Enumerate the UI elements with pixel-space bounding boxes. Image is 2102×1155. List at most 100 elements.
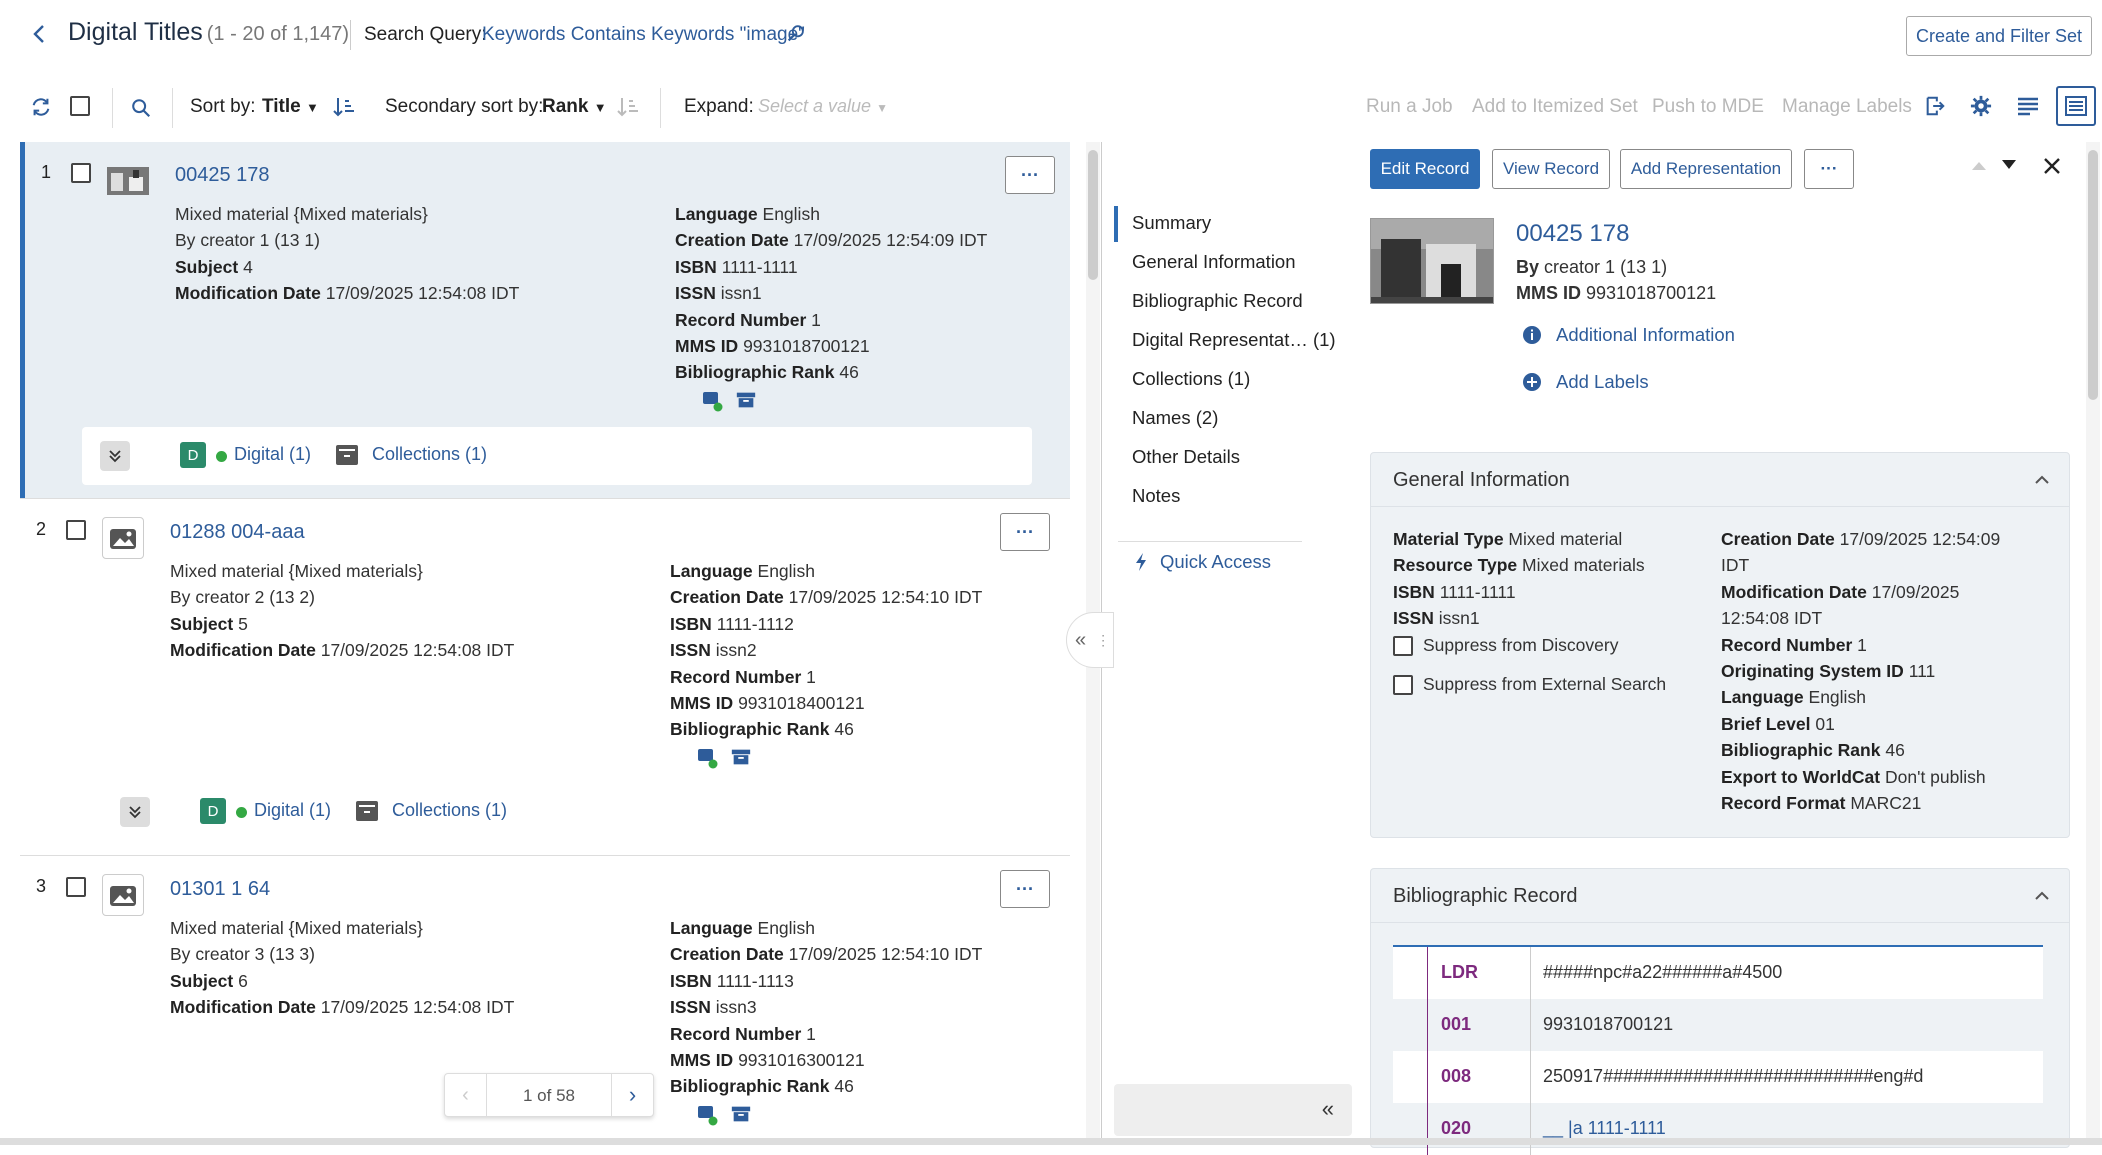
details-record-title[interactable]: 00425 178 [1516,220,1629,248]
list-scrollbar-thumb[interactable] [1088,150,1098,280]
sort-direction-icon[interactable] [332,95,356,119]
field-key: By [175,230,196,251]
nav-collections[interactable]: Collections (1) [1132,368,1250,390]
create-filter-set-button[interactable]: Create and Filter Set [1906,16,2092,56]
row-checkbox[interactable] [66,877,86,897]
search-query-value[interactable]: Keywords Contains Keywords "image" [482,24,805,46]
previous-record-icon[interactable] [1970,158,1988,172]
marc-row[interactable]: 001 9931018700121 [1393,999,2043,1051]
previous-page-button[interactable]: ‹ [445,1074,487,1116]
suppress-external-checkbox[interactable] [1393,674,1413,695]
field-key: ISBN [1393,581,1435,602]
field-key: Subject [170,970,234,991]
page-indicator: 1 of 58 [523,1086,575,1105]
nav-bibliographic-record[interactable]: Bibliographic Record [1132,290,1303,312]
edit-record-button[interactable]: Edit Record [1370,149,1480,189]
suppress-external-option[interactable]: Suppress from External Search [1393,674,1666,695]
expand-select[interactable]: Select a value ▼ [758,96,888,117]
expand-row-button[interactable] [100,441,130,471]
record-title-link[interactable]: 01301 1 64 [170,878,270,901]
marc-row[interactable]: 020 __ |a 1111-1111 [1393,1103,2043,1155]
select-all-checkbox[interactable] [70,96,90,116]
result-row[interactable]: 2 01288 004-aaa ··· Mixed material {Mixe… [20,499,1070,855]
general-information-header[interactable]: General Information [1371,453,2069,507]
field-value: 17/09/2025 [1871,581,1960,602]
additional-information-link[interactable]: Additional Information [1522,324,1735,346]
details-more-button[interactable]: ··· [1804,149,1854,189]
field-key: Creation Date [670,587,784,608]
run-job-button[interactable]: Run a Job [1366,96,1453,118]
row-more-button[interactable]: ··· [1000,870,1050,908]
edit-search-icon[interactable] [784,22,808,46]
record-title-link[interactable]: 00425 178 [175,164,270,187]
add-labels-link[interactable]: Add Labels [1522,371,1649,393]
collapse-nav-bar[interactable]: « [1114,1084,1352,1136]
sort-by-select[interactable]: Title ▼ [262,96,319,118]
field-value: 12:54:08 IDT [1721,608,1823,629]
marc-column-line [1427,999,1428,1051]
add-to-itemized-set-button[interactable]: Add to Itemized Set [1472,96,1638,118]
suppress-discovery-option[interactable]: Suppress from Discovery [1393,635,1618,656]
nav-other-details[interactable]: Other Details [1132,446,1240,468]
row-checkbox[interactable] [71,163,91,183]
chevron-up-icon[interactable] [2031,885,2053,907]
field-resource-type: Resource Type Mixed materials [1393,552,1645,578]
close-icon[interactable] [2042,156,2062,176]
export-icon[interactable] [1924,95,1946,117]
back-arrow-icon[interactable] [28,22,52,46]
digital-link[interactable]: Digital (1) [254,800,331,821]
result-row[interactable]: 1 00425 178 ··· Mixed material {Mixed ma… [20,142,1070,498]
row-more-button[interactable]: ··· [1000,513,1050,551]
field-key: Bibliographic Rank [675,362,835,383]
nav-notes[interactable]: Notes [1132,485,1180,507]
field-key: Bibliographic Rank [1721,740,1881,761]
manage-labels-button[interactable]: Manage Labels [1782,96,1912,118]
nav-summary[interactable]: Summary [1132,212,1211,234]
secondary-sort-select[interactable]: Rank ▼ [542,96,607,118]
refresh-icon[interactable] [30,96,52,118]
expand-row-button[interactable] [120,797,150,827]
available-dot [216,451,227,462]
nav-names[interactable]: Names (2) [1132,407,1218,429]
nav-general-information[interactable]: General Information [1132,251,1296,273]
next-record-icon[interactable] [2000,158,2018,172]
next-page-button[interactable]: › [611,1074,653,1116]
push-to-mde-button[interactable]: Push to MDE [1652,96,1764,118]
collapse-list-handle[interactable]: «⋮ [1066,612,1114,668]
search-query-label: Search Query: [364,24,487,45]
bibliographic-record-header[interactable]: Bibliographic Record [1371,869,2069,923]
row-more-button[interactable]: ··· [1005,156,1055,194]
view-record-button[interactable]: View Record [1492,149,1610,189]
quick-access-link[interactable]: Quick Access [1134,551,1271,573]
field-value: Mixed material {Mixed materials} [175,204,428,224]
details-scrollbar-thumb[interactable] [2088,150,2098,400]
field-value: 9931018700121 [1586,283,1717,303]
marc-column-line [1427,1103,1428,1155]
marc-tag: 020 [1441,1118,1472,1138]
image-placeholder-thumbnail[interactable] [102,874,144,916]
collections-link[interactable]: Collections (1) [372,444,487,465]
nav-digital-representations[interactable]: Digital Representat… (1) [1132,329,1336,351]
chevron-up-icon[interactable] [2031,469,2053,491]
suppress-discovery-checkbox[interactable] [1393,635,1413,656]
record-left-fields: Mixed material {Mixed materials} By crea… [170,558,514,664]
digital-link[interactable]: Digital (1) [234,444,311,465]
field-key: ISBN [670,613,712,634]
record-title-link[interactable]: 01288 004-aaa [170,521,305,544]
record-photo[interactable] [1370,218,1494,304]
image-placeholder-thumbnail[interactable] [102,517,144,559]
photo-thumbnail[interactable] [107,160,149,202]
collections-link[interactable]: Collections (1) [392,800,507,821]
marc-row[interactable]: LDR #####npc#a22######a#4500 [1393,947,2043,999]
search-icon[interactable] [130,97,152,119]
marc-row[interactable]: 008 250917###########################eng… [1393,1051,2043,1103]
field-material: Mixed material {Mixed materials} [170,915,514,941]
split-view-toggle[interactable] [2056,86,2096,126]
list-view-icon[interactable] [2016,95,2040,117]
field-value: 46 [1885,740,1905,761]
row-checkbox[interactable] [66,520,86,540]
toolbar-divider [172,88,173,128]
gear-icon[interactable] [1970,95,1992,117]
field-key: Language [670,918,753,938]
add-representation-button[interactable]: Add Representation [1620,149,1792,189]
